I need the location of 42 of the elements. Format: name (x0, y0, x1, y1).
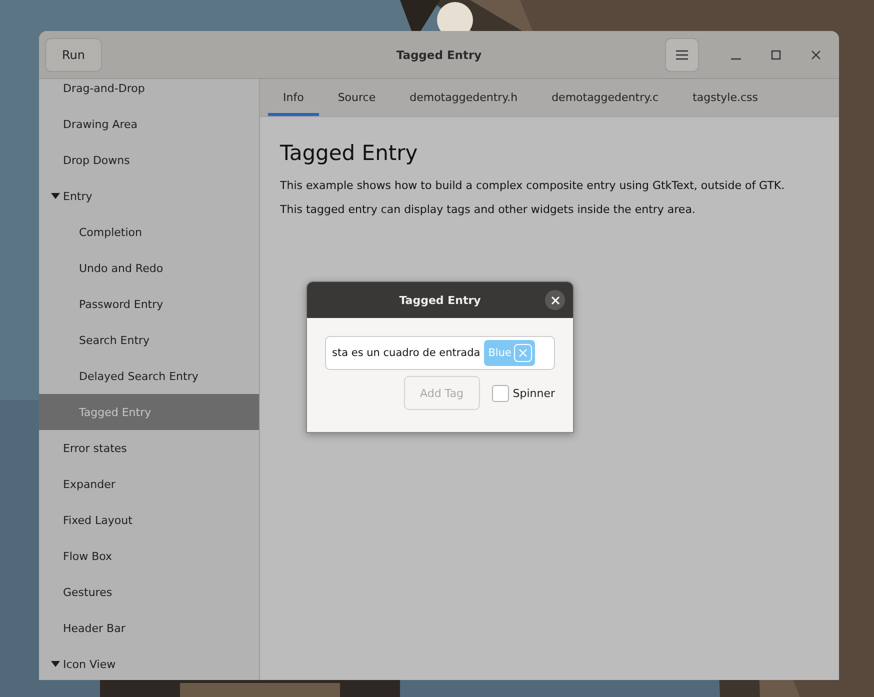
close-icon (811, 50, 821, 60)
tag-label: Blue (488, 347, 512, 359)
spinner-checkbox[interactable] (492, 384, 509, 402)
sidebar-item[interactable]: Delayed Search Entry (39, 358, 259, 394)
sidebar-item[interactable]: Gestures (39, 574, 259, 610)
tab[interactable]: Source (322, 79, 391, 116)
sidebar-item[interactable]: Drop Downs (39, 142, 259, 178)
sidebar-item[interactable]: Flow Box (39, 538, 259, 574)
expander-arrow-icon[interactable] (51, 661, 60, 667)
sidebar-item[interactable]: Entry (39, 178, 259, 214)
close-icon (550, 296, 560, 304)
tab[interactable]: demotaggedentry.h (394, 79, 533, 116)
sidebar-item[interactable]: Error states (39, 430, 259, 466)
run-button[interactable]: Run (45, 38, 102, 72)
sidebar-item[interactable]: Icon View (39, 646, 259, 680)
sidebar-item[interactable]: Drag-and-Drop (39, 79, 259, 106)
close-button[interactable] (545, 290, 565, 310)
sidebar-item[interactable]: Password Entry (39, 286, 259, 322)
sidebar-item[interactable]: Fixed Layout (39, 502, 259, 538)
sidebar-item[interactable]: Completion (39, 214, 259, 250)
tab[interactable]: tagstyle.css (678, 79, 774, 116)
menu-button[interactable] (665, 38, 699, 72)
tab[interactable]: Info (268, 79, 319, 116)
expander-arrow-icon[interactable] (51, 193, 60, 199)
dialog-title: Tagged Entry (399, 294, 481, 306)
menu-icon (676, 50, 688, 60)
close-icon (519, 349, 528, 357)
tagged-entry-field[interactable]: sta es un cuadro de entrada Blue (325, 336, 555, 370)
tab[interactable]: demotaggedentry.c (536, 79, 674, 116)
checkbox-label: Spinner (512, 386, 555, 400)
minimize-icon (731, 58, 741, 60)
sidebar-item[interactable]: Undo and Redo (39, 250, 259, 286)
page-heading: Tagged Entry (280, 141, 419, 165)
sidebar-item[interactable]: Header Bar (39, 610, 259, 646)
description-text: This tagged entry can display tags and other widgets inside the entry area. (280, 203, 696, 216)
sidebar-item[interactable]: Drawing Area (39, 106, 259, 142)
description-text: This example shows how to build a complex composite entry using GtkText, outside of GTK. (280, 179, 786, 192)
maximize-icon (771, 50, 781, 60)
sidebar-item[interactable]: Expander (39, 466, 259, 502)
window-title: Tagged Entry (396, 48, 482, 62)
entry-text: sta es un cuadro de entrada (332, 347, 480, 359)
sidebar-item[interactable]: Search Entry (39, 322, 259, 358)
